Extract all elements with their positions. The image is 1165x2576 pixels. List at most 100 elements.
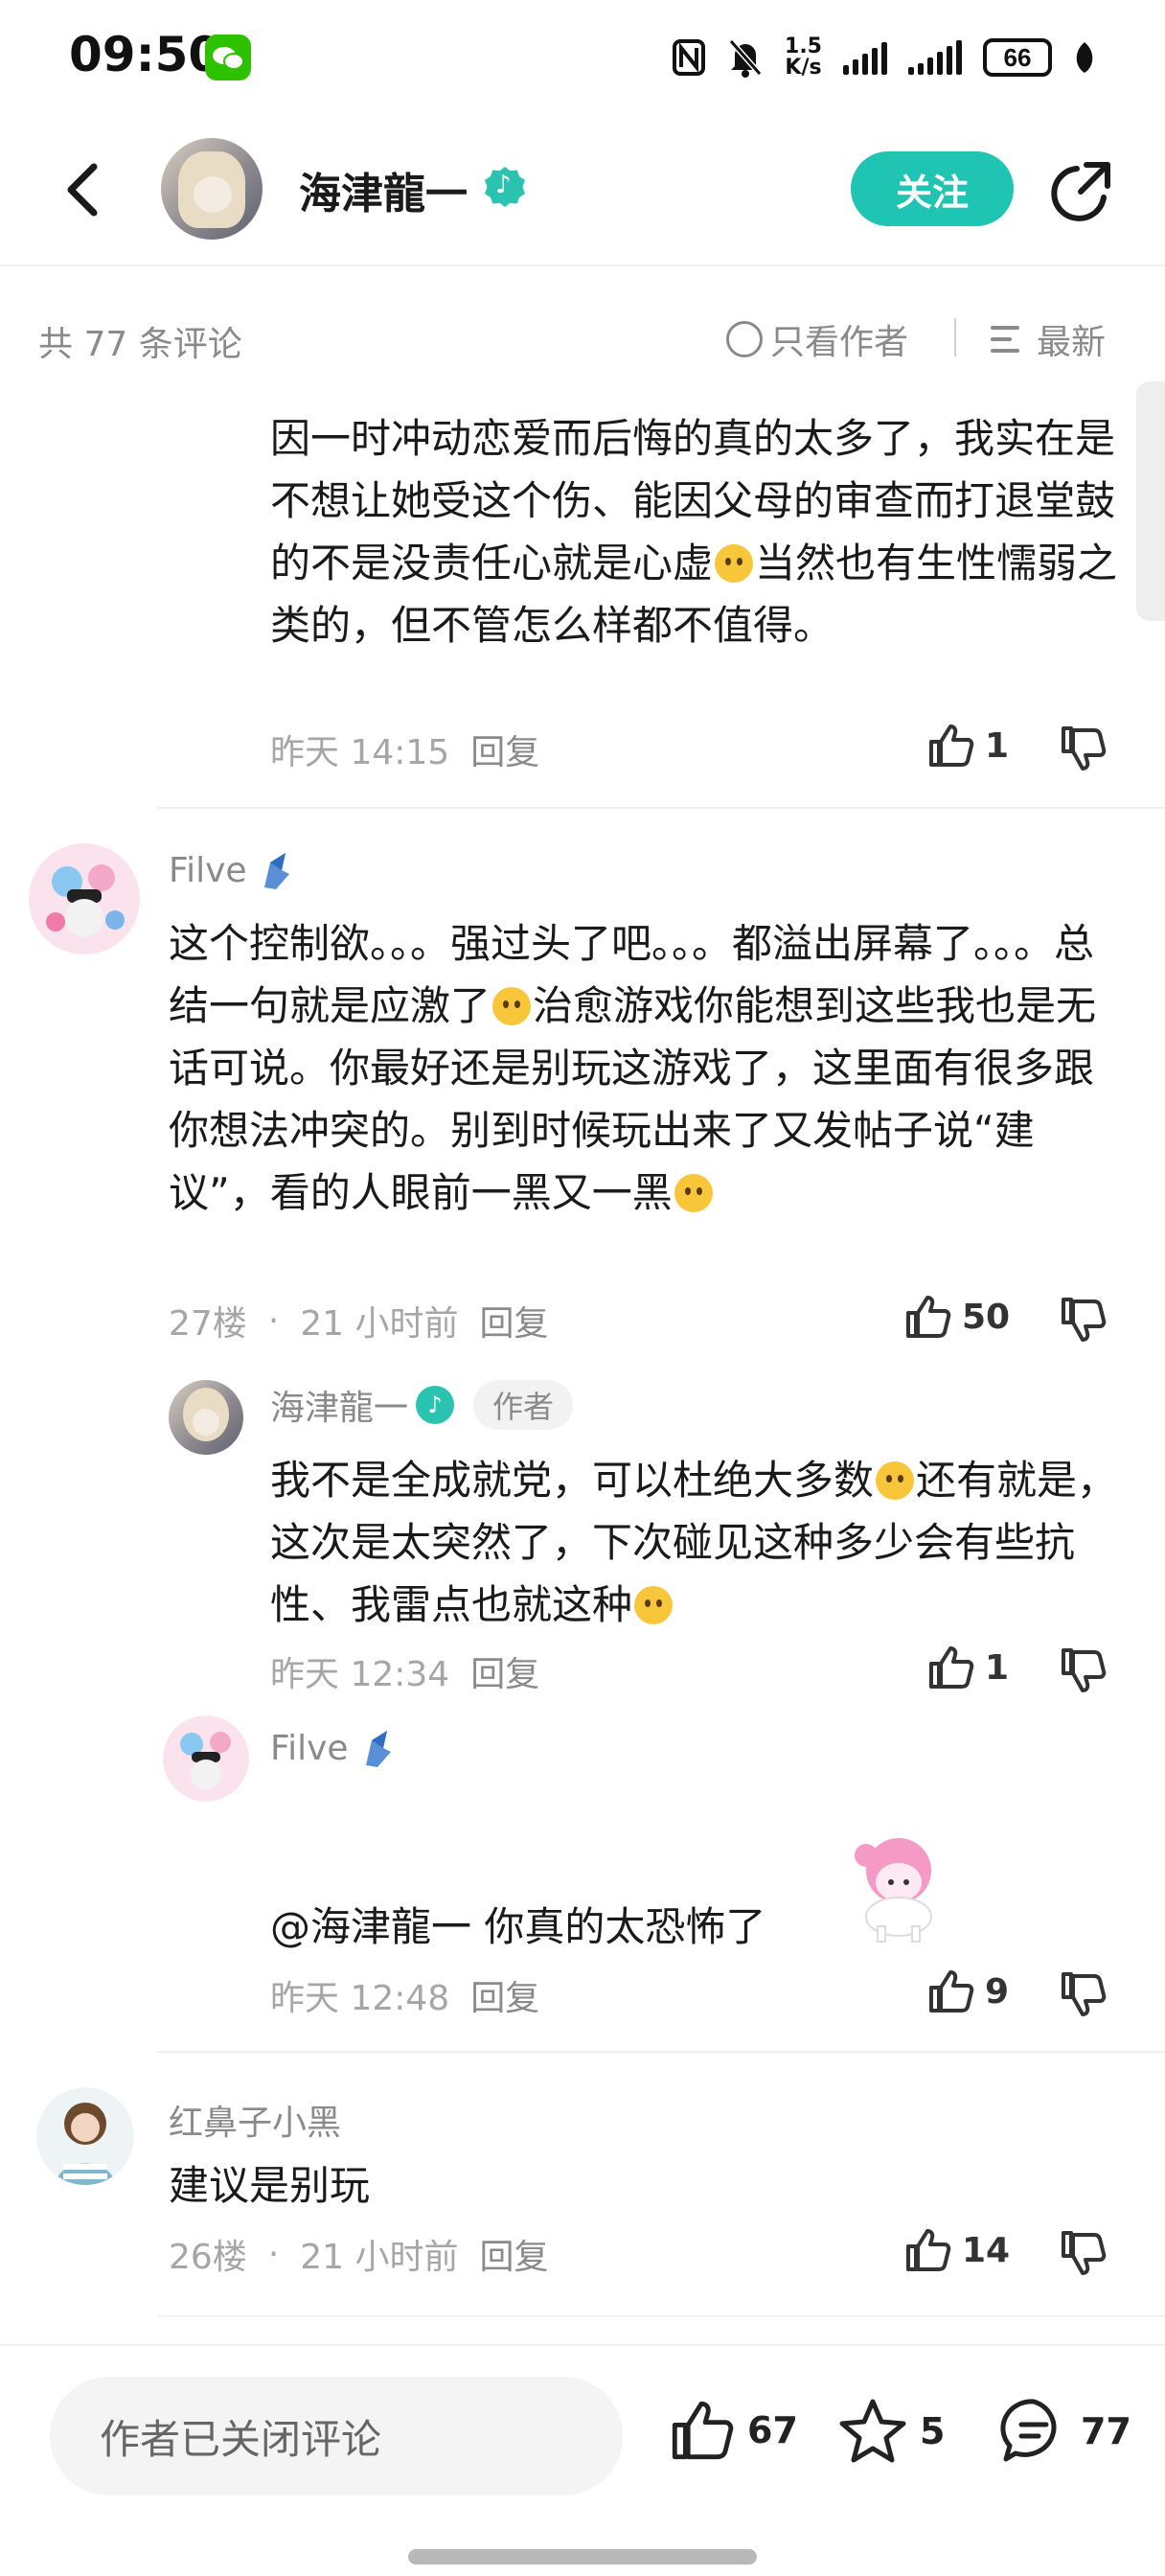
reply-text: 我不是全成就党，可以杜绝大多数 还有就是，这次是太突然了，下次碰见这种多少会有些抗…: [270, 1457, 1118, 1628]
nfc-icon: [673, 39, 706, 76]
comment-author[interactable]: Filve: [169, 849, 293, 891]
like-button[interactable]: 1: [925, 721, 1009, 770]
avatar[interactable]: [163, 1715, 249, 1802]
like-count: 1: [985, 725, 1010, 766]
post-comment-button[interactable]: 77: [998, 2396, 1131, 2467]
reply-button[interactable]: 回复: [480, 2229, 549, 2279]
back-icon[interactable]: [56, 159, 113, 220]
post-like-button[interactable]: 67: [667, 2396, 798, 2465]
smile-emoji-icon: [876, 1461, 915, 1500]
like-count: 1: [985, 1647, 1010, 1688]
star-icon: [839, 2399, 906, 2463]
avatar[interactable]: [29, 843, 140, 954]
bottom-action-bar: 作者已关闭评论 67 5 77: [0, 2344, 1165, 2576]
comment-count: 共 77 条评论: [38, 325, 242, 364]
reply-author[interactable]: 海津龍一 ♪ 作者: [270, 1380, 574, 1430]
reply-button[interactable]: 回复: [470, 1970, 539, 2020]
reply-button[interactable]: 回复: [470, 724, 539, 774]
signal-icon: [843, 40, 887, 75]
user-badge-icon: [365, 1731, 391, 1767]
comment-floor: 26楼: [169, 2238, 247, 2277]
like-count: 14: [962, 2230, 1011, 2270]
network-speed: 1.5 K/s: [785, 36, 822, 79]
like-button[interactable]: 14: [902, 2225, 1010, 2275]
comment-meta: 昨天 14:15 回复: [270, 724, 539, 774]
verify-badge-icon: ♪: [416, 1386, 455, 1424]
crying-emoji-icon: [715, 544, 754, 583]
meta-separator: ·: [267, 1300, 280, 1341]
like-count: 9: [985, 1971, 1010, 2012]
thumb-down-icon[interactable]: [1058, 723, 1111, 776]
author-only-toggle[interactable]: 只看作者: [726, 314, 908, 364]
verify-badge-icon: [485, 167, 525, 207]
comment-divider: [157, 2315, 1165, 2317]
post-favorite-button[interactable]: 5: [837, 2396, 945, 2467]
thumb-down-icon[interactable]: [1058, 2227, 1111, 2281]
thumb-down-icon[interactable]: [1058, 1294, 1111, 1347]
reply-author[interactable]: Filve: [270, 1727, 395, 1769]
username[interactable]: 红鼻子小黑: [169, 2095, 341, 2145]
sort-label: 最新: [1037, 323, 1107, 362]
follow-button[interactable]: 关注: [851, 151, 1014, 226]
thumb-up-icon: [906, 1296, 951, 1338]
reply-button[interactable]: 回复: [480, 1296, 549, 1346]
sort-latest-button[interactable]: 最新: [991, 314, 1106, 364]
comment-text: 因一时冲动恋爱而后悔的真的太多了，我实在是不想让她受这个伤、能因父母的审查而打退…: [270, 415, 1118, 649]
author-name[interactable]: 海津龍一: [299, 159, 468, 220]
username[interactable]: 海津龍一: [270, 1380, 408, 1430]
post-like-count: 67: [747, 2409, 798, 2451]
reply-time: 昨天 12:48: [270, 1979, 450, 2018]
radio-icon: [726, 321, 763, 357]
crying-emoji-icon: [634, 1586, 674, 1624]
reply-time: 昨天 12:34: [270, 1655, 450, 1694]
meta-separator: ·: [267, 2234, 280, 2274]
comment-meta: 26楼 · 21 小时前 回复: [169, 2229, 549, 2279]
status-time: 09:50: [69, 27, 222, 82]
username[interactable]: Filve: [169, 851, 247, 890]
thumb-up-icon: [906, 2229, 951, 2271]
comment-meta: 27楼 · 21 小时前 回复: [169, 1296, 549, 1346]
share-icon[interactable]: [1048, 159, 1113, 224]
like-count: 50: [962, 1297, 1011, 1337]
comment-text: 这个控制欲。。。强过头了吧。。。都溢出屏幕了。。。总结一句就是应激了 治愈游戏你能…: [169, 920, 1097, 1216]
thumb-down-icon[interactable]: [1058, 1644, 1111, 1698]
author-tag: 作者: [473, 1380, 574, 1430]
user-badge-icon: [263, 853, 289, 889]
network-speed-value: 1.5: [785, 34, 822, 58]
status-icons: 1.5 K/s 66: [672, 29, 1096, 86]
like-button[interactable]: 9: [925, 1966, 1009, 2016]
sticker-image: [855, 1838, 932, 1943]
author-avatar[interactable]: [161, 138, 263, 240]
smile-emoji-icon: [492, 987, 532, 1025]
avatar[interactable]: [169, 1380, 243, 1455]
reply-button[interactable]: 回复: [470, 1646, 539, 1696]
reply-text: @海津龍一 你真的太恐怖了: [270, 1903, 766, 1950]
thumb-up-icon: [929, 1646, 974, 1689]
wechat-icon: [205, 34, 251, 80]
network-speed-unit: K/s: [785, 56, 822, 80]
thumb-up-icon: [672, 2401, 734, 2460]
like-button[interactable]: 50: [902, 1292, 1010, 1342]
post-favorite-count: 5: [920, 2410, 946, 2452]
signal-icon-2: [908, 40, 962, 75]
comment-divider: [157, 807, 1165, 809]
author-only-label: 只看作者: [770, 323, 909, 362]
avatar[interactable]: [36, 2087, 134, 2185]
like-button[interactable]: 1: [925, 1643, 1009, 1692]
scrollbar[interactable]: [1136, 381, 1165, 621]
comment-time: 昨天 14:15: [270, 733, 450, 772]
comment-text: 建议是别玩: [169, 2162, 371, 2209]
home-indicator[interactable]: [408, 2549, 757, 2564]
sort-icon: [991, 322, 1029, 356]
smile-emoji-icon: [674, 1174, 713, 1212]
comment-time: 21 小时前: [300, 1304, 459, 1344]
thumb-down-icon[interactable]: [1058, 1968, 1111, 2022]
reply-meta: 昨天 12:48 回复: [270, 1970, 539, 2020]
reply-meta: 昨天 12:34 回复: [270, 1646, 539, 1696]
status-bar: 09:50 1.5 K/s 66: [0, 0, 1165, 113]
battery-level: 66: [1003, 42, 1032, 72]
comment-divider: [157, 2051, 1165, 2053]
sort-divider: [954, 318, 956, 356]
username[interactable]: Filve: [270, 1729, 349, 1768]
comment-input-disabled: 作者已关闭评论: [50, 2377, 623, 2496]
